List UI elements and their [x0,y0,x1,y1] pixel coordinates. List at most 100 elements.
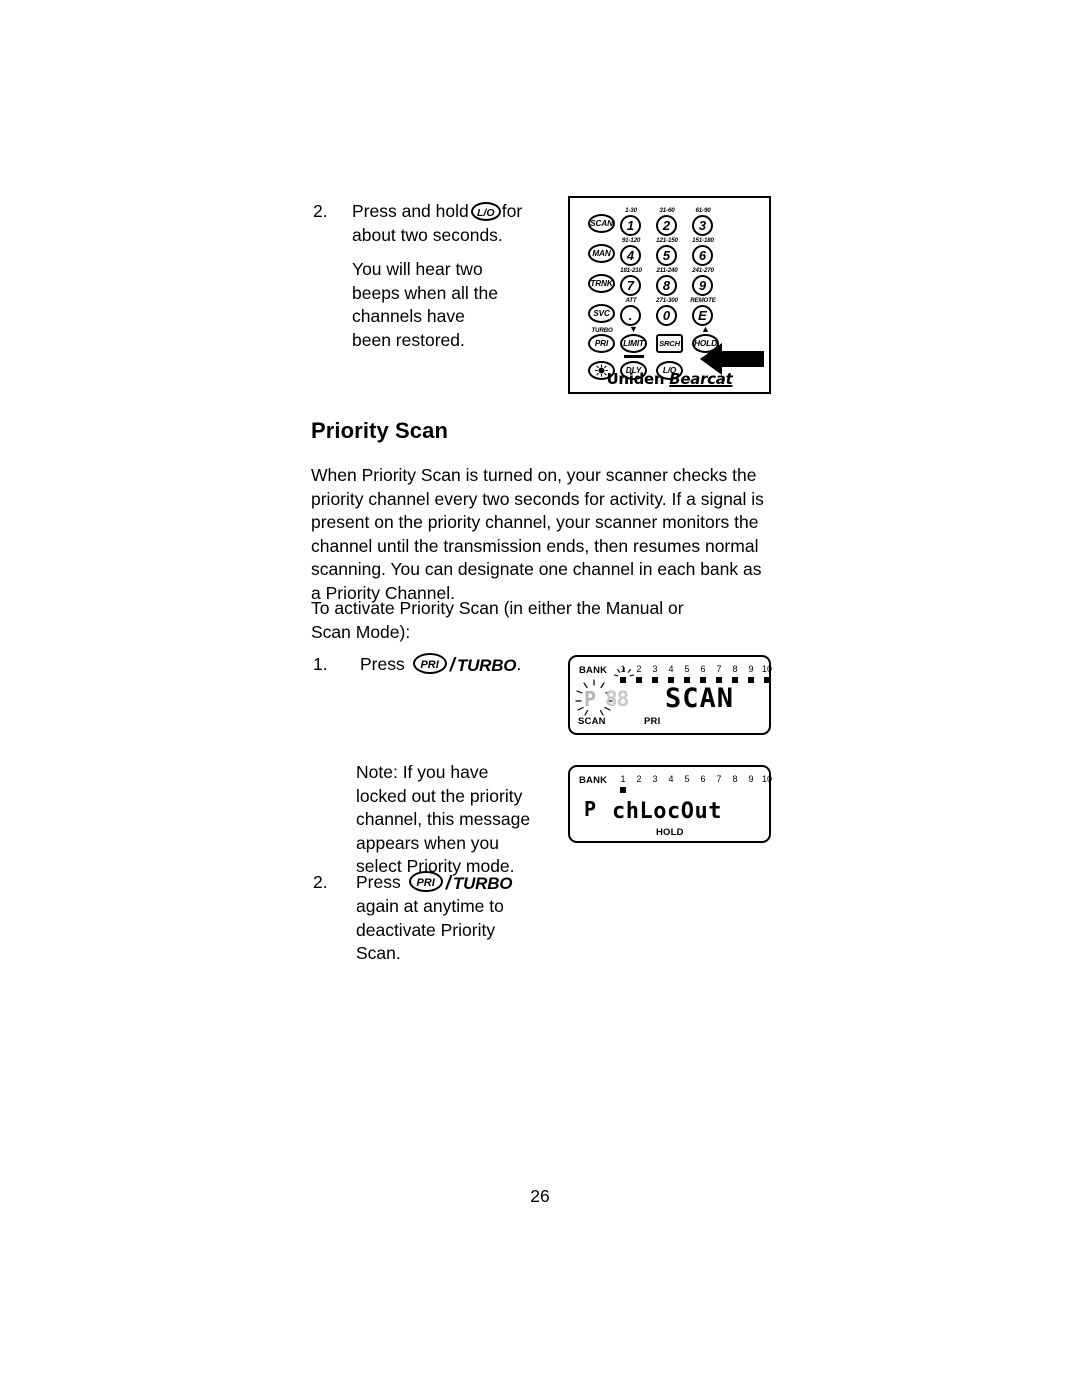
pri-key-glyph-2: PRI [408,871,443,893]
lcd-scan-foot-pri: PRI [644,716,661,727]
restore-p2-line3: channels have [352,306,465,326]
press-word-2: Press [356,872,401,892]
restore-p2-line1: You will hear two [352,259,483,279]
keypad-sublabel-4: 91-120 [621,237,641,244]
keypad-key-man: MAN [588,244,615,263]
keypad-key-8: 8 [656,275,677,296]
step-press-pri-number: 1. [313,654,328,674]
paragraph-line-4: channel until the transmission ends, the… [311,535,759,556]
keypad-key-6: 6 [692,245,713,266]
keypad-key-2: 2 [656,215,677,236]
lcd-scan-banknum-8: 8 [732,664,738,674]
keypad-key-3: 3 [692,215,713,236]
lcd-lockout-banknum-4: 4 [668,774,674,784]
paragraph-line-1: When Priority Scan is turned on, your sc… [311,465,757,485]
pri-key-glyph-1: PRI [412,653,447,675]
deactivate-line-4: Scan. [356,943,401,964]
lcd-lockout-banknum-10: 10 [761,774,772,784]
keypad-key-7: 7 [620,275,641,296]
lcd-lockout-bank-indicators: 1 2 3 4 5 6 7 8 9 10 [618,774,772,793]
activate-line-1: To activate Priority Scan (in either the… [311,598,684,618]
lcd-display-scan: BANK 1 2 3 4 5 6 7 8 9 10 P 88 SCAN SCAN… [568,655,772,735]
lcd-lockout-banknum-2: 2 [636,774,642,784]
keypad-sublabel-6: 151-180 [692,237,714,244]
lcd-scan-banknum-6: 6 [700,664,706,674]
paragraph-line-3: present on the priority channel, your sc… [311,512,759,532]
page-title: Priority Scan [311,418,449,443]
up-arrow-icon: ▲ [701,324,710,334]
lcd-scan-banknum-7: 7 [716,664,722,674]
lcd-lockout-main-text: chLocOut [612,799,722,824]
keypad-key-dot: . [620,305,641,326]
keypad-key-srch: SRCH [656,334,683,353]
lcd-scan-p-indicator: P [584,687,597,711]
step-deactivate-number: 2. [313,872,328,892]
lcd-scan-bankmark-9 [748,677,754,683]
press-word-1: Press [360,654,405,674]
step-restore-paragraph2: You will hear two beeps when all the cha… [352,258,552,352]
slash-2: / [445,872,451,894]
lcd-scan-bankmark-3 [652,677,658,683]
note-block: Note: If you have locked out the priorit… [356,761,556,879]
slash-1: / [449,654,455,676]
step-deactivate-body: Press PRI / TURBO again at anytime to deac… [356,871,566,966]
keypad-sublabel-dot: ATT [625,297,637,304]
lcd-scan-bank-label: BANK [579,665,608,676]
keypad-sublabel-9: 241-270 [692,267,714,274]
activate-instructions: To activate Priority Scan (in either the… [311,597,781,644]
step-restore-line2: about two seconds. [352,224,503,245]
deactivate-line-2: again at anytime to [356,896,504,917]
keypad-key-scan: SCAN [588,214,615,233]
lcd-scan-foot-scan: SCAN [578,716,606,727]
lcd-scan-banknum-10: 10 [761,664,772,674]
paragraph-line-2: priority channel every two seconds for a… [311,488,764,509]
keypad-key-5: 5 [656,245,677,266]
note-line-4: appears when you [356,832,500,853]
lcd-lockout-foot-hold: HOLD [656,827,684,838]
step-press-pri-body: Press PRI / TURBO. [360,653,560,677]
lcd-lockout-banknum-1: 1 [620,774,626,784]
page-number: 26 [530,1186,550,1206]
bank-flash-icon [613,667,635,677]
lcd-scan-ghost-digits: 88 [605,687,629,711]
keypad-key-0: 0 [656,305,677,326]
note-line-3: channel, this message [356,809,531,829]
lcd-scan-banknum-5: 5 [684,664,690,674]
keypad-sublabel-turbo: TURBO [591,327,613,334]
keypad-key-pri: PRI [588,334,615,353]
lcd-lockout-bankmark-1 [620,787,626,793]
keypad-sublabel-e: REMOTE [690,297,716,304]
down-arrow-icon: ▼ [629,324,638,334]
period-1: . [516,654,522,674]
lcd-scan-banknum-9: 9 [748,664,754,674]
dly-bar-icon [624,355,644,358]
keypad-sublabel-3: 61-90 [695,207,711,214]
turbo-label-1: TURBO [456,655,517,675]
turbo-label-2: TURBO [452,873,513,893]
lcd-lockout-banknum-9: 9 [748,774,754,784]
activate-line-2: Scan Mode): [311,621,411,642]
keypad-key-1: 1 [620,215,641,236]
brand-uniden: Uniden [606,370,665,388]
step-restore-number: 2. [313,201,328,221]
lcd-scan-bankmark-2 [636,677,642,683]
lcd-scan-bankmark-10 [764,677,770,683]
lcd-lockout-bank-label: BANK [579,775,608,786]
paragraph-line-5: scanning. You can designate one channel … [311,559,762,579]
keypad-sublabel-0: 271-300 [656,297,678,304]
brand-logo: Uniden Bearcat [570,370,769,388]
priority-scan-paragraph: When Priority Scan is turned on, your sc… [311,464,781,605]
lcd-scan-banknum-3: 3 [652,664,658,674]
scanner-keypad-figure: SCAN MAN TRNK SVC 1-30 1 31-60 2 61-90 3… [568,196,771,394]
lcd-scan-main-text: SCAN [665,683,735,714]
keypad-key-limit: LIMIT [620,334,647,353]
note-line-1: Note: If you have [356,762,489,782]
note-line-2: locked out the priority [356,785,523,806]
restore-p2-line4: been restored. [352,329,465,350]
keypad-key-4: 4 [620,245,641,266]
lcd-lockout-banknum-7: 7 [716,774,722,784]
deactivate-line-3: deactivate Priority [356,919,496,940]
step-restore-line1-after: for [501,201,523,221]
keypad-sublabel-2: 31-60 [659,207,675,214]
lcd-lockout-banknum-3: 3 [652,774,658,784]
